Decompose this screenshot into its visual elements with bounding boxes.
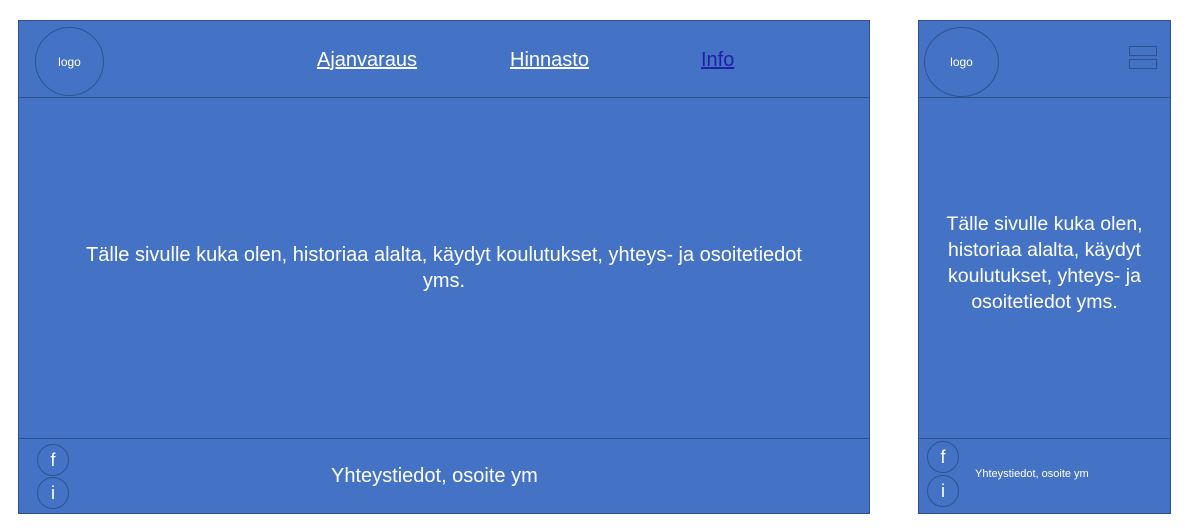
instagram-icon[interactable]: i xyxy=(927,475,959,507)
desktop-footer-contact: Yhteystiedot, osoite ym xyxy=(331,465,538,487)
mobile-main-text: Tälle sivulle kuka olen, historiaa alalt… xyxy=(946,213,1143,313)
facebook-icon[interactable]: f xyxy=(927,441,959,473)
instagram-icon[interactable]: i xyxy=(37,477,69,509)
mobile-footer-contact: Yhteystiedot, osoite ym xyxy=(975,468,1089,480)
desktop-header: logo Ajanvaraus Hinnasto Info xyxy=(19,21,869,98)
hamburger-bar xyxy=(1129,59,1157,69)
facebook-icon[interactable]: f xyxy=(37,444,69,476)
desktop-logo[interactable]: logo xyxy=(35,27,104,96)
mobile-wireframe: logo Tälle sivulle kuka olen, historiaa … xyxy=(918,20,1171,514)
desktop-wireframe: logo Ajanvaraus Hinnasto Info Tälle sivu… xyxy=(18,20,870,514)
mobile-header: logo xyxy=(919,21,1170,98)
hamburger-icon[interactable] xyxy=(1129,46,1158,75)
nav-link-info[interactable]: Info xyxy=(701,49,734,72)
desktop-main-text: Tälle sivulle kuka olen, historiaa alalt… xyxy=(86,244,802,292)
mobile-footer: f i Yhteystiedot, osoite ym xyxy=(919,438,1170,513)
nav-link-ajanvaraus[interactable]: Ajanvaraus xyxy=(317,49,417,72)
desktop-footer: f i Yhteystiedot, osoite ym xyxy=(19,438,869,513)
hamburger-bar xyxy=(1129,46,1157,56)
nav-link-hinnasto[interactable]: Hinnasto xyxy=(510,49,589,72)
mobile-logo[interactable]: logo xyxy=(924,27,999,97)
